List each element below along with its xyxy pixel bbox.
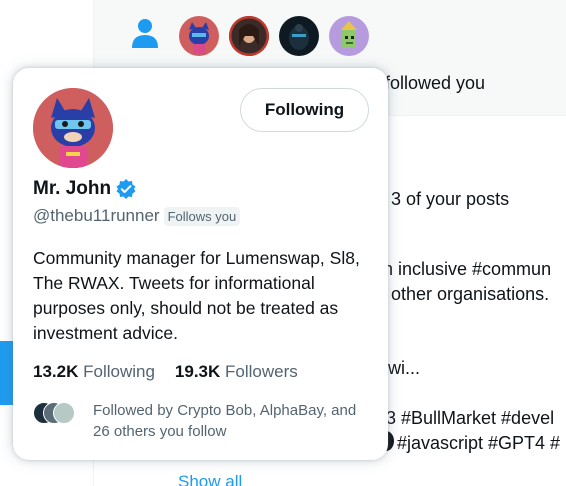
feed-line: 3 #BullMarket #devel xyxy=(386,408,555,428)
profile-avatar[interactable] xyxy=(33,88,113,168)
verified-badge-icon[interactable] xyxy=(115,178,137,200)
show-all-link[interactable]: Show all xyxy=(178,472,242,486)
following-button[interactable]: Following xyxy=(240,88,369,132)
feed-line: l 3 of your posts xyxy=(382,189,510,209)
name-row: Mr. John xyxy=(33,178,137,200)
feed-line: other organisations. xyxy=(391,284,550,304)
feed-line: #javascript #GPT4 # xyxy=(397,433,561,453)
feed-line: n inclusive #commun xyxy=(383,259,552,279)
feed-line: /wi... xyxy=(383,358,421,378)
following-stat[interactable]: 13.2K Following xyxy=(33,362,155,382)
user-handle[interactable]: @thebu11runner xyxy=(33,206,160,226)
follower-avatar-1[interactable] xyxy=(179,16,219,56)
following-label: Following xyxy=(83,362,155,381)
handle-row: @thebu11runner Follows you xyxy=(33,206,241,226)
following-count: 13.2K xyxy=(33,362,79,381)
follows-you-badge: Follows you xyxy=(163,206,241,226)
follower-avatar-4[interactable] xyxy=(329,16,369,56)
profile-bio: Community manager for Lumenswap, Sl8, Th… xyxy=(33,248,360,343)
followers-stat[interactable]: 19.3K Followers xyxy=(175,362,298,382)
followers-label: Followers xyxy=(225,362,298,381)
mutual-followers-text: Followed by Crypto Bob, AlphaBay, and 26… xyxy=(93,402,357,440)
mutual-avatar xyxy=(53,402,75,424)
nav-accent-button[interactable] xyxy=(0,341,14,405)
follower-avatar-3[interactable] xyxy=(279,16,319,56)
mutual-avatars xyxy=(33,402,81,426)
display-name[interactable]: Mr. John xyxy=(33,178,111,200)
follower-avatar-2[interactable] xyxy=(229,16,269,56)
profile-stats: 13.2K Following 19.3K Followers xyxy=(33,362,318,382)
profile-hover-card: Following Mr. John @thebu11runner Follow… xyxy=(13,68,388,460)
followers-count: 19.3K xyxy=(174,362,221,381)
person-icon xyxy=(132,19,158,48)
mutual-followers[interactable]: Followed by Crypto Bob, AlphaBay, and 26… xyxy=(33,400,363,442)
follow-notification-text: s followed you xyxy=(371,73,486,93)
